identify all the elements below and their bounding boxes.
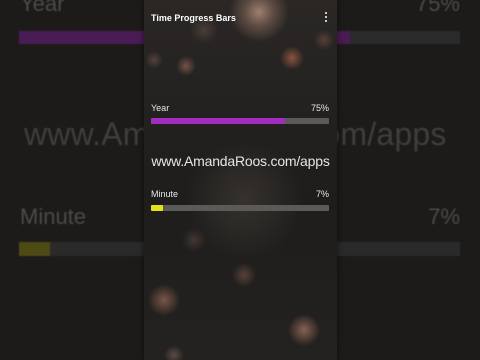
app-title: Time Progress Bars <box>151 13 236 23</box>
bg-year-label: Year <box>20 0 65 16</box>
bg-minute-progress-fill <box>19 242 50 256</box>
bg-year-percent: 75% <box>415 0 460 16</box>
minute-progress-track <box>151 205 329 211</box>
app-bar: Time Progress Bars <box>144 0 337 36</box>
minute-percent: 7% <box>315 189 329 199</box>
bg-minute-label: Minute <box>20 204 87 229</box>
minute-label: Minute <box>151 189 179 199</box>
more-vert-icon[interactable] <box>323 12 329 24</box>
minute-progress-fill <box>151 205 164 211</box>
bokeh-wallpaper <box>144 0 337 360</box>
year-label: Year <box>151 103 170 113</box>
website-url: www.AmandaRoos.com/apps <box>151 153 330 169</box>
bg-minute-percent: 7% <box>428 204 460 229</box>
year-progress-fill <box>151 118 285 124</box>
year-percent: 75% <box>310 103 329 113</box>
phone-screen: Time Progress Bars Year 75% www.AmandaRo… <box>144 0 337 360</box>
year-progress-track <box>151 118 329 124</box>
